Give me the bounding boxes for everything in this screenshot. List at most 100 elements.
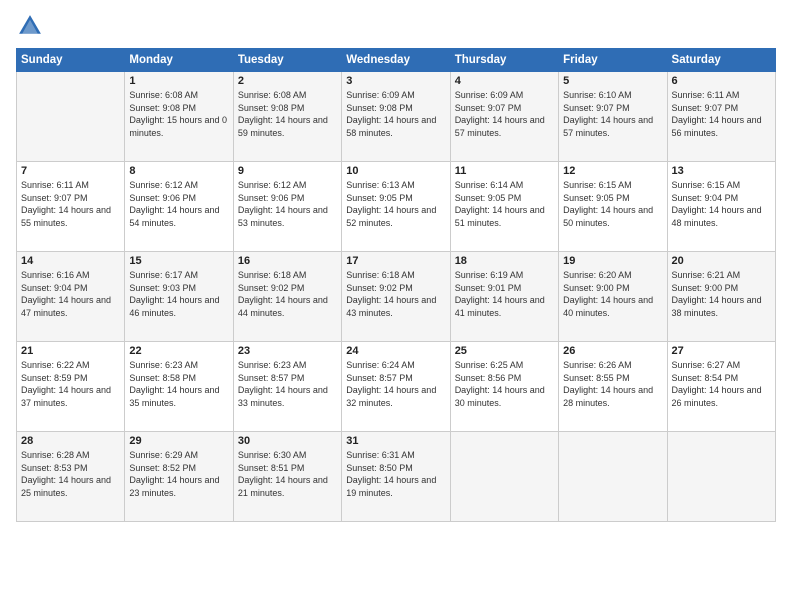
calendar-cell: 16Sunrise: 6:18 AMSunset: 9:02 PMDayligh… [233, 252, 341, 342]
calendar-cell: 3 Sunrise: 6:09 AMSunset: 9:08 PMDaylight… [342, 72, 450, 162]
week-row-3: 14 Sunrise: 6:16 AMSunset: 9:04 PMDayligh… [17, 252, 776, 342]
logo [16, 12, 48, 40]
calendar-cell: 24 Sunrise: 6:24 AMSunset: 8:57 PMDayligh… [342, 342, 450, 432]
calendar-cell: 1Sunrise: 6:08 AMSunset: 9:08 PMDaylight… [125, 72, 233, 162]
day-info: Sunrise: 6:12 AMSunset: 9:06 PMDaylight:… [238, 179, 337, 229]
day-number: 29 [129, 435, 228, 447]
day-info: Sunrise: 6:23 AMSunset: 8:58 PMDaylight:… [129, 359, 228, 409]
day-number: 10 [346, 165, 445, 177]
calendar-cell: 5 Sunrise: 6:10 AMSunset: 9:07 PMDaylight… [559, 72, 667, 162]
week-row-5: 28Sunrise: 6:28 AMSunset: 8:53 PMDayligh… [17, 432, 776, 522]
calendar-cell: 6 Sunrise: 6:11 AMSunset: 9:07 PMDaylight… [667, 72, 775, 162]
calendar-cell: 15 Sunrise: 6:17 AMSunset: 9:03 PMDayligh… [125, 252, 233, 342]
day-info: Sunrise: 6:19 AMSunset: 9:01 PMDaylight:… [455, 269, 554, 319]
day-number: 31 [346, 435, 445, 447]
day-info: Sunrise: 6:15 AMSunset: 9:05 PMDaylight:… [563, 179, 662, 229]
day-info: Sunrise: 6:16 AMSunset: 9:04 PMDaylight:… [21, 269, 120, 319]
day-number: 5 [563, 75, 662, 87]
day-number: 13 [672, 165, 771, 177]
day-number: 1 [129, 75, 228, 87]
day-info: Sunrise: 6:08 AMSunset: 9:08 PMDaylight:… [238, 89, 337, 139]
day-number: 12 [563, 165, 662, 177]
day-info: Sunrise: 6:25 AMSunset: 8:56 PMDaylight:… [455, 359, 554, 409]
weekday-header-friday: Friday [559, 49, 667, 72]
day-number: 24 [346, 345, 445, 357]
calendar-cell: 30 Sunrise: 6:30 AMSunset: 8:51 PMDayligh… [233, 432, 341, 522]
day-info: Sunrise: 6:09 AMSunset: 9:08 PMDaylight:… [346, 89, 445, 139]
day-info: Sunrise: 6:10 AMSunset: 9:07 PMDaylight:… [563, 89, 662, 139]
day-info: Sunrise: 6:30 AMSunset: 8:51 PMDaylight:… [238, 449, 337, 499]
day-number: 3 [346, 75, 445, 87]
calendar-cell: 7 Sunrise: 6:11 AMSunset: 9:07 PMDaylight… [17, 162, 125, 252]
day-number: 11 [455, 165, 554, 177]
week-row-4: 21 Sunrise: 6:22 AMSunset: 8:59 PMDayligh… [17, 342, 776, 432]
calendar-cell [450, 432, 558, 522]
weekday-header-wednesday: Wednesday [342, 49, 450, 72]
calendar-cell: 21 Sunrise: 6:22 AMSunset: 8:59 PMDayligh… [17, 342, 125, 432]
day-number: 2 [238, 75, 337, 87]
day-number: 7 [21, 165, 120, 177]
day-info: Sunrise: 6:11 AMSunset: 9:07 PMDaylight:… [21, 179, 120, 229]
day-number: 28 [21, 435, 120, 447]
day-info: Sunrise: 6:21 AMSunset: 9:00 PMDaylight:… [672, 269, 771, 319]
calendar-page: SundayMondayTuesdayWednesdayThursdayFrid… [0, 0, 792, 612]
day-number: 14 [21, 255, 120, 267]
calendar-cell: 29 Sunrise: 6:29 AMSunset: 8:52 PMDayligh… [125, 432, 233, 522]
calendar-cell: 25Sunrise: 6:25 AMSunset: 8:56 PMDayligh… [450, 342, 558, 432]
day-info: Sunrise: 6:18 AMSunset: 9:02 PMDaylight:… [346, 269, 445, 319]
calendar-cell: 8 Sunrise: 6:12 AMSunset: 9:06 PMDaylight… [125, 162, 233, 252]
day-number: 30 [238, 435, 337, 447]
calendar-cell: 13 Sunrise: 6:15 AMSunset: 9:04 PMDayligh… [667, 162, 775, 252]
day-number: 22 [129, 345, 228, 357]
day-number: 23 [238, 345, 337, 357]
calendar-cell [667, 432, 775, 522]
header [16, 12, 776, 40]
day-info: Sunrise: 6:29 AMSunset: 8:52 PMDaylight:… [129, 449, 228, 499]
calendar-cell: 18 Sunrise: 6:19 AMSunset: 9:01 PMDayligh… [450, 252, 558, 342]
day-info: Sunrise: 6:23 AMSunset: 8:57 PMDaylight:… [238, 359, 337, 409]
weekday-header-sunday: Sunday [17, 49, 125, 72]
day-number: 6 [672, 75, 771, 87]
day-info: Sunrise: 6:31 AMSunset: 8:50 PMDaylight:… [346, 449, 445, 499]
calendar-cell: 31 Sunrise: 6:31 AMSunset: 8:50 PMDayligh… [342, 432, 450, 522]
day-number: 9 [238, 165, 337, 177]
calendar-cell: 20 Sunrise: 6:21 AMSunset: 9:00 PMDayligh… [667, 252, 775, 342]
day-info: Sunrise: 6:22 AMSunset: 8:59 PMDaylight:… [21, 359, 120, 409]
day-info: Sunrise: 6:13 AMSunset: 9:05 PMDaylight:… [346, 179, 445, 229]
day-info: Sunrise: 6:27 AMSunset: 8:54 PMDaylight:… [672, 359, 771, 409]
day-number: 21 [21, 345, 120, 357]
day-info: Sunrise: 6:14 AMSunset: 9:05 PMDaylight:… [455, 179, 554, 229]
calendar-cell: 23 Sunrise: 6:23 AMSunset: 8:57 PMDayligh… [233, 342, 341, 432]
calendar-cell: 17 Sunrise: 6:18 AMSunset: 9:02 PMDayligh… [342, 252, 450, 342]
day-number: 20 [672, 255, 771, 267]
day-info: Sunrise: 6:26 AMSunset: 8:55 PMDaylight:… [563, 359, 662, 409]
calendar-cell: 26 Sunrise: 6:26 AMSunset: 8:55 PMDayligh… [559, 342, 667, 432]
weekday-header-tuesday: Tuesday [233, 49, 341, 72]
calendar-cell: 28Sunrise: 6:28 AMSunset: 8:53 PMDayligh… [17, 432, 125, 522]
logo-icon [16, 12, 44, 40]
day-number: 19 [563, 255, 662, 267]
day-number: 8 [129, 165, 228, 177]
day-info: Sunrise: 6:17 AMSunset: 9:03 PMDaylight:… [129, 269, 228, 319]
day-number: 18 [455, 255, 554, 267]
calendar-cell: 14 Sunrise: 6:16 AMSunset: 9:04 PMDayligh… [17, 252, 125, 342]
calendar-cell: 9 Sunrise: 6:12 AMSunset: 9:06 PMDaylight… [233, 162, 341, 252]
day-number: 15 [129, 255, 228, 267]
day-number: 26 [563, 345, 662, 357]
day-number: 27 [672, 345, 771, 357]
calendar-cell: 22 Sunrise: 6:23 AMSunset: 8:58 PMDayligh… [125, 342, 233, 432]
day-info: Sunrise: 6:11 AMSunset: 9:07 PMDaylight:… [672, 89, 771, 139]
day-info: Sunrise: 6:20 AMSunset: 9:00 PMDaylight:… [563, 269, 662, 319]
calendar-cell [559, 432, 667, 522]
weekday-header-thursday: Thursday [450, 49, 558, 72]
day-info: Sunrise: 6:15 AMSunset: 9:04 PMDaylight:… [672, 179, 771, 229]
calendar-cell: 19 Sunrise: 6:20 AMSunset: 9:00 PMDayligh… [559, 252, 667, 342]
day-number: 17 [346, 255, 445, 267]
calendar-cell: 27 Sunrise: 6:27 AMSunset: 8:54 PMDayligh… [667, 342, 775, 432]
calendar-cell: 10 Sunrise: 6:13 AMSunset: 9:05 PMDayligh… [342, 162, 450, 252]
day-info: Sunrise: 6:12 AMSunset: 9:06 PMDaylight:… [129, 179, 228, 229]
calendar-table: SundayMondayTuesdayWednesdayThursdayFrid… [16, 48, 776, 522]
calendar-cell: 11 Sunrise: 6:14 AMSunset: 9:05 PMDayligh… [450, 162, 558, 252]
day-info: Sunrise: 6:24 AMSunset: 8:57 PMDaylight:… [346, 359, 445, 409]
weekday-header-saturday: Saturday [667, 49, 775, 72]
